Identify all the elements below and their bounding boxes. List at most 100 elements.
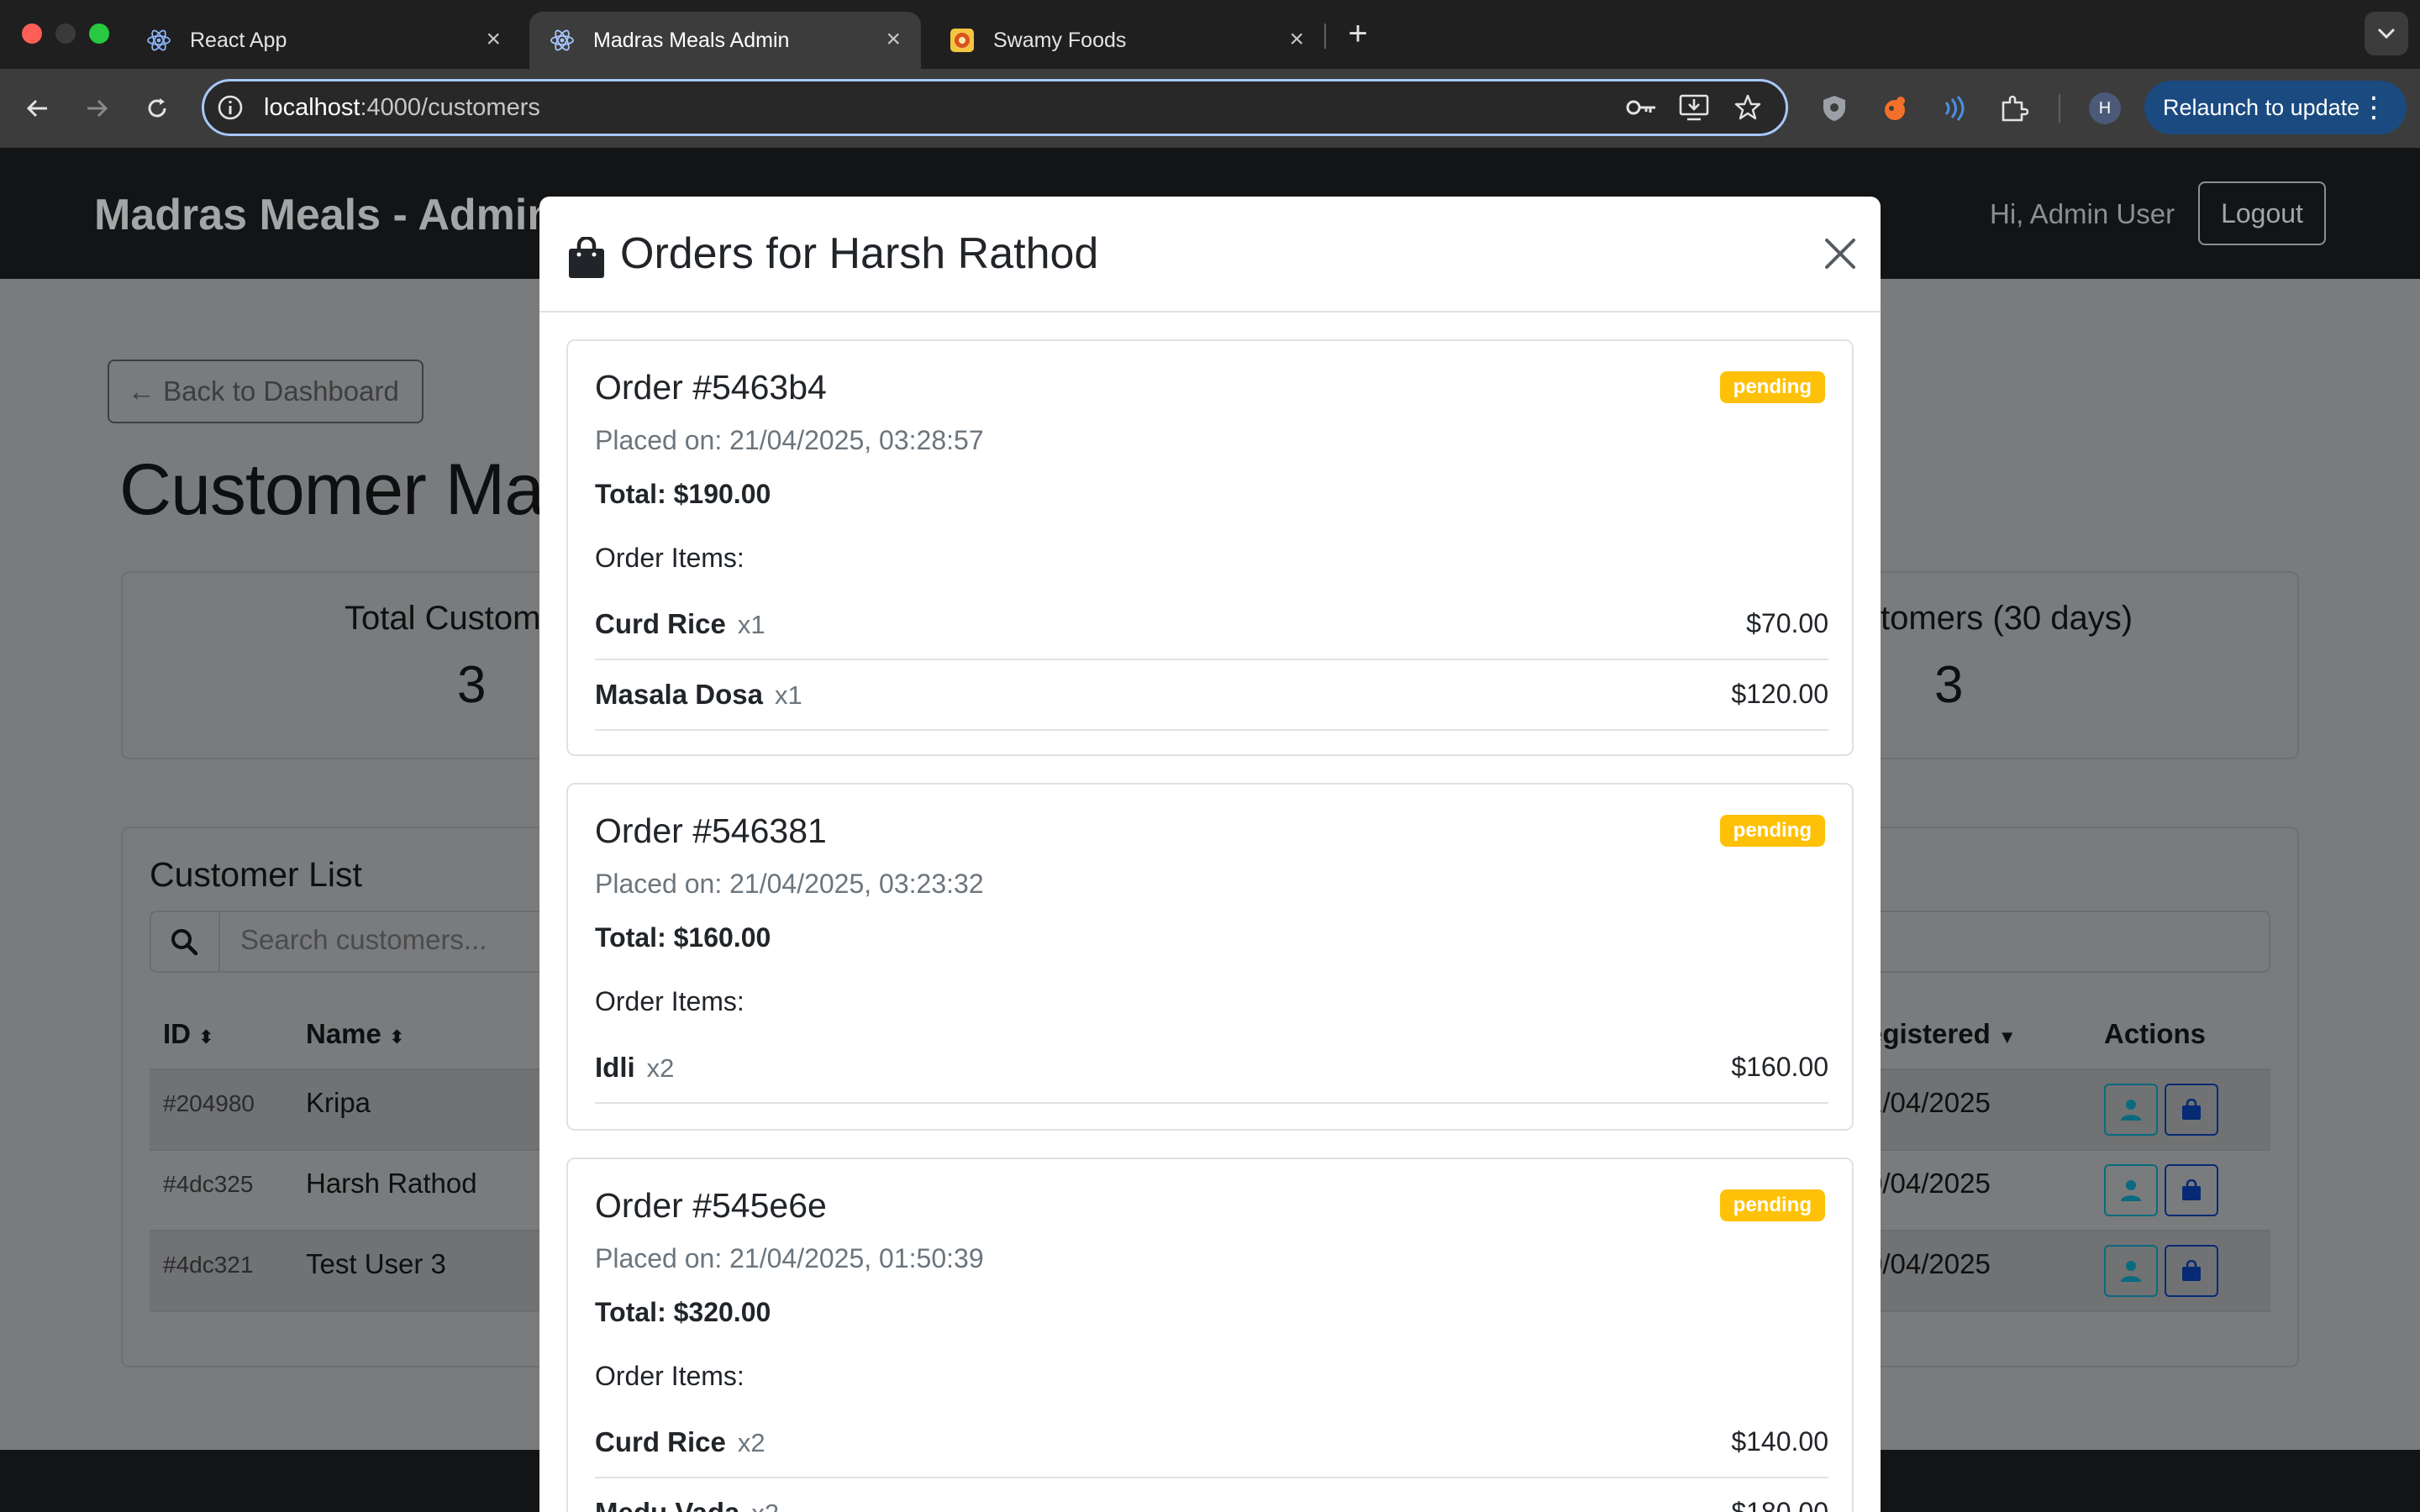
back-to-dashboard-button[interactable]: ← Back to Dashboard — [108, 360, 424, 423]
customer-id: #4dc321 — [163, 1252, 254, 1278]
relaunch-label: Relaunch to update — [2163, 94, 2360, 120]
list-item: Masala Dosa x1 $120.00 — [595, 660, 1828, 731]
item-name: Medu Vada — [595, 1497, 739, 1512]
window-zoom-button[interactable] — [89, 24, 109, 44]
customer-name: Harsh Rathod — [306, 1168, 477, 1199]
relaunch-to-update-button[interactable]: Relaunch to update ⋮ — [2144, 81, 2407, 134]
close-icon[interactable] — [1822, 235, 1859, 272]
customer-id: #204980 — [163, 1090, 255, 1116]
window-minimize-button[interactable] — [55, 24, 76, 44]
order-total: Total: $190.00 — [595, 479, 771, 509]
window-close-button[interactable] — [22, 24, 42, 44]
more-menu-icon[interactable]: ⋮ — [2360, 91, 2388, 124]
tab-search-button[interactable] — [2365, 12, 2408, 55]
item-name: Curd Rice — [595, 1426, 726, 1457]
extensions-puzzle-icon[interactable] — [1995, 89, 2033, 128]
view-orders-button[interactable] — [2165, 1164, 2218, 1216]
column-header-id[interactable]: ID ⬍ — [163, 1018, 214, 1050]
stat-value: 3 — [1934, 656, 1964, 714]
tab-madras-meals-admin[interactable]: Madras Meals Admin × — [529, 12, 921, 69]
tab-swamy-foods[interactable]: Swamy Foods × — [929, 12, 1324, 69]
search-icon — [150, 911, 220, 973]
order-number: Order #546381 — [595, 811, 827, 850]
forward-nav-button[interactable] — [77, 89, 116, 128]
page-title: Customer Ma — [119, 449, 544, 530]
password-key-icon[interactable] — [1625, 91, 1659, 124]
modal-title: Orders for Harsh Rathod — [620, 229, 1099, 278]
reload-icon — [148, 98, 166, 118]
site-info-icon[interactable] — [215, 92, 245, 123]
tab-close-icon[interactable]: × — [486, 27, 501, 52]
view-orders-button[interactable] — [2165, 1084, 2218, 1136]
reload-button[interactable] — [138, 89, 176, 128]
tab-title: React App — [190, 28, 287, 52]
order-placed-date: Placed on: 21/04/2025, 03:23:32 — [595, 869, 984, 899]
arrow-right-icon — [87, 99, 108, 118]
item-price: $140.00 — [1731, 1426, 1828, 1457]
order-total: Total: $320.00 — [595, 1297, 771, 1327]
customer-registered-date: 0/04/2025 — [1867, 1248, 1991, 1279]
stat-card-new-customers: stomers (30 days) 3 — [1862, 571, 2299, 759]
shopping-bag-icon — [568, 235, 605, 283]
list-item: Idli x2 $160.00 — [595, 1033, 1828, 1104]
orders-modal: Orders for Harsh Rathod Order #5463b4 pe… — [539, 197, 1881, 1512]
item-quantity: x2 — [737, 1428, 765, 1457]
status-badge: pending — [1719, 371, 1825, 403]
item-quantity: x2 — [646, 1053, 675, 1083]
order-items-heading: Order Items: — [595, 1361, 744, 1391]
install-app-icon[interactable] — [1677, 91, 1711, 124]
search-placeholder: Search customers... — [240, 924, 487, 955]
logout-button[interactable]: Logout — [2198, 181, 2326, 245]
status-badge: pending — [1719, 1189, 1825, 1221]
tab-title: Swamy Foods — [993, 28, 1127, 52]
customer-name: Kripa — [306, 1087, 371, 1118]
address-url[interactable]: localhost:4000/customers — [264, 91, 540, 124]
swamy-foods-favicon-icon — [950, 28, 975, 53]
tab-close-icon[interactable]: × — [886, 27, 901, 52]
tab-react-app[interactable]: React App × — [126, 12, 521, 69]
column-header-name[interactable]: Name ⬍ — [306, 1018, 405, 1050]
wave-extension-icon[interactable] — [1934, 89, 1973, 128]
order-total: Total: $160.00 — [595, 922, 771, 953]
profile-avatar[interactable]: H — [2089, 92, 2121, 124]
order-number: Order #5463b4 — [595, 368, 827, 407]
view-customer-button[interactable] — [2104, 1245, 2158, 1297]
user-icon — [2121, 1180, 2141, 1201]
item-name: Curd Rice — [595, 608, 726, 639]
item-price: $160.00 — [1731, 1052, 1828, 1082]
customer-id: #4dc325 — [163, 1171, 254, 1197]
chevron-down-icon — [2377, 28, 2396, 39]
user-greeting: Hi, Admin User — [1990, 198, 2175, 229]
tab-title: Madras Meals Admin — [593, 28, 790, 52]
orange-extension-icon[interactable] — [1876, 89, 1914, 128]
stat-label: Total Custom — [345, 600, 541, 637]
view-orders-button[interactable] — [2165, 1245, 2218, 1297]
toolbar-separator — [2059, 94, 2060, 123]
view-customer-button[interactable] — [2104, 1164, 2158, 1216]
item-quantity: x2 — [751, 1499, 779, 1512]
back-nav-button[interactable] — [18, 89, 57, 128]
order-placed-date: Placed on: 21/04/2025, 03:28:57 — [595, 425, 984, 455]
item-price: $180.00 — [1731, 1497, 1828, 1512]
column-header-registered[interactable]: egistered ▼ — [1867, 1018, 2017, 1050]
item-price: $120.00 — [1731, 679, 1828, 709]
stat-label: stomers (30 days) — [1864, 600, 2133, 637]
status-badge: pending — [1719, 815, 1825, 847]
react-logo-icon — [550, 28, 575, 53]
view-customer-button[interactable] — [2104, 1084, 2158, 1136]
stat-value: 3 — [457, 656, 487, 714]
order-items-heading: Order Items: — [595, 543, 744, 573]
order-card: Order #545e6e pending Placed on: 21/04/2… — [566, 1158, 1854, 1512]
stat-card-total-customers: Total Custom 3 — [121, 571, 558, 759]
new-tab-button[interactable]: + — [1339, 15, 1376, 52]
tab-close-icon[interactable]: × — [1289, 27, 1304, 52]
sort-icon: ⬍ — [389, 1026, 405, 1047]
order-placed-date: Placed on: 21/04/2025, 01:50:39 — [595, 1243, 984, 1273]
item-name: Idli — [595, 1052, 635, 1083]
item-quantity: x1 — [737, 610, 765, 639]
bookmark-star-icon[interactable] — [1731, 91, 1765, 124]
shield-extension-icon[interactable] — [1815, 89, 1854, 128]
brand-title[interactable]: Madras Meals - Admin — [94, 190, 554, 240]
customer-registered-date: 0/04/2025 — [1867, 1168, 1991, 1199]
list-item: Curd Rice x1 $70.00 — [595, 590, 1828, 660]
